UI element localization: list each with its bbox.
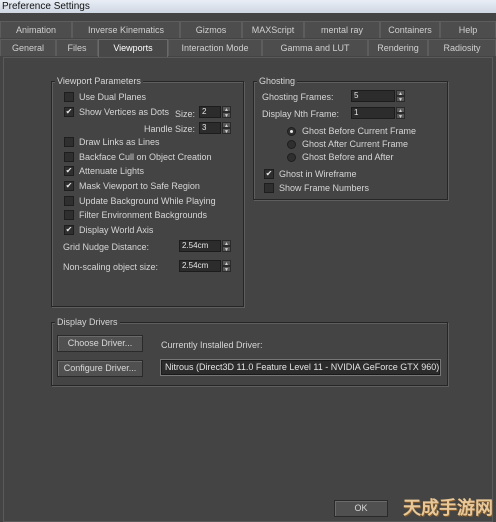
tab-rendering[interactable]: Rendering bbox=[368, 39, 428, 56]
show-frame-numbers-checkbox[interactable] bbox=[264, 183, 274, 193]
ghosting-frames-spinner[interactable]: 5 ▲ ▼ bbox=[351, 90, 405, 103]
watermark-logo: 天成手游网 bbox=[403, 498, 493, 518]
grid-nudge-spinner[interactable]: 2.54cm ▲ ▼ bbox=[179, 240, 231, 253]
option-row[interactable]: ✔ Attenuate Lights bbox=[64, 166, 144, 176]
backface-cull-checkbox[interactable] bbox=[64, 152, 74, 162]
option-row[interactable]: Update Background While Playing bbox=[64, 196, 216, 206]
tab-viewports[interactable]: Viewports bbox=[98, 39, 168, 58]
size-field[interactable]: 2 bbox=[199, 106, 221, 118]
handle-size-spinner[interactable]: 3 ▲ ▼ bbox=[199, 122, 231, 135]
tab-gamma-and-lut[interactable]: Gamma and LUT bbox=[262, 39, 368, 56]
show-vertices-checkbox[interactable]: ✔ bbox=[64, 107, 74, 117]
tab-radiosity[interactable]: Radiosity bbox=[428, 39, 496, 56]
tab-row-bottom: General Files Viewports Interaction Mode… bbox=[0, 39, 496, 58]
display-nth-frame-field[interactable]: 1 bbox=[351, 107, 395, 119]
ghost-after-row[interactable]: Ghost After Current Frame bbox=[287, 139, 408, 149]
tab-help[interactable]: Help bbox=[440, 21, 496, 38]
ghost-before-radio[interactable] bbox=[287, 126, 296, 136]
update-background-label: Update Background While Playing bbox=[79, 196, 216, 206]
non-scaling-spinner[interactable]: 2.54cm ▲ ▼ bbox=[179, 260, 231, 273]
ghost-before-after-row[interactable]: Ghost Before and After bbox=[287, 152, 394, 162]
viewport-parameters-title: Viewport Parameters bbox=[55, 76, 143, 86]
ghost-in-wireframe-label: Ghost in Wireframe bbox=[279, 169, 357, 179]
backface-cull-label: Backface Cull on Object Creation bbox=[79, 152, 212, 162]
ghosting-frames-field[interactable]: 5 bbox=[351, 90, 395, 102]
tab-animation[interactable]: Animation bbox=[0, 21, 72, 38]
tab-maxscript[interactable]: MAXScript bbox=[242, 21, 304, 38]
use-dual-planes-label: Use Dual Planes bbox=[79, 92, 147, 102]
size-spinner[interactable]: 2 ▲ ▼ bbox=[199, 106, 231, 119]
ghost-before-after-label: Ghost Before and After bbox=[302, 152, 394, 162]
configure-driver-button[interactable]: Configure Driver... bbox=[57, 360, 143, 377]
spinner-down-icon[interactable]: ▼ bbox=[222, 112, 231, 119]
display-drivers-group: Display Drivers Choose Driver... Configu… bbox=[51, 317, 448, 386]
non-scaling-field[interactable]: 2.54cm bbox=[179, 260, 221, 272]
tab-inverse-kinematics[interactable]: Inverse Kinematics bbox=[72, 21, 180, 38]
tab-containers[interactable]: Containers bbox=[380, 21, 440, 38]
attenuate-lights-label: Attenuate Lights bbox=[79, 166, 145, 176]
handle-size-label: Handle Size: bbox=[144, 124, 196, 134]
option-row[interactable]: ✔ Mask Viewport to Safe Region bbox=[64, 181, 200, 191]
ok-button[interactable]: OK bbox=[334, 500, 388, 517]
option-row[interactable]: Filter Environment Backgrounds bbox=[64, 210, 207, 220]
draw-links-label: Draw Links as Lines bbox=[79, 137, 160, 147]
ghost-after-label: Ghost After Current Frame bbox=[302, 139, 409, 149]
display-nth-frame-label: Display Nth Frame: bbox=[262, 109, 340, 119]
attenuate-lights-checkbox[interactable]: ✔ bbox=[64, 166, 74, 176]
draw-links-checkbox[interactable] bbox=[64, 137, 74, 147]
ghost-after-radio[interactable] bbox=[287, 139, 296, 149]
installed-driver-label: Currently Installed Driver: bbox=[161, 340, 263, 350]
installed-driver-field: Nitrous (Direct3D 11.0 Feature Level 11 … bbox=[161, 360, 440, 375]
grid-nudge-label: Grid Nudge Distance: bbox=[63, 242, 150, 252]
spinner-down-icon[interactable]: ▼ bbox=[396, 113, 405, 120]
non-scaling-label: Non-scaling object size: bbox=[63, 262, 159, 272]
tab-interaction-mode[interactable]: Interaction Mode bbox=[168, 39, 262, 56]
grid-nudge-field[interactable]: 2.54cm bbox=[179, 240, 221, 252]
show-frame-numbers-label: Show Frame Numbers bbox=[279, 183, 370, 193]
ghost-in-wireframe-checkbox[interactable]: ✔ bbox=[264, 169, 274, 179]
use-dual-planes-row[interactable]: Use Dual Planes bbox=[64, 92, 146, 102]
use-dual-planes-checkbox[interactable] bbox=[64, 92, 74, 102]
display-nth-frame-spinner[interactable]: 1 ▲ ▼ bbox=[351, 107, 405, 120]
window-title: Preference Settings bbox=[0, 0, 496, 13]
spinner-down-icon[interactable]: ▼ bbox=[222, 128, 231, 135]
choose-driver-button[interactable]: Choose Driver... bbox=[57, 335, 143, 352]
mask-viewport-checkbox[interactable]: ✔ bbox=[64, 181, 74, 191]
filter-environment-label: Filter Environment Backgrounds bbox=[79, 210, 208, 220]
ghost-in-wireframe-row[interactable]: ✔ Ghost in Wireframe bbox=[264, 169, 357, 179]
tab-files[interactable]: Files bbox=[56, 39, 98, 56]
tab-mental-ray[interactable]: mental ray bbox=[304, 21, 380, 38]
ghosting-frames-label: Ghosting Frames: bbox=[262, 92, 334, 102]
show-vertices-row[interactable]: ✔ Show Vertices as Dots bbox=[64, 107, 169, 117]
spinner-down-icon[interactable]: ▼ bbox=[222, 246, 231, 253]
ghosting-title: Ghosting bbox=[257, 76, 298, 86]
show-vertices-label: Show Vertices as Dots bbox=[79, 107, 170, 117]
viewport-parameters-group: Viewport Parameters Use Dual Planes ✔ Sh… bbox=[51, 76, 244, 307]
tab-general[interactable]: General bbox=[0, 39, 56, 56]
display-drivers-title: Display Drivers bbox=[55, 317, 120, 327]
option-row[interactable]: ✔ Display World Axis bbox=[64, 225, 153, 235]
spinner-down-icon[interactable]: ▼ bbox=[396, 96, 405, 103]
update-background-checkbox[interactable] bbox=[64, 196, 74, 206]
handle-size-field[interactable]: 3 bbox=[199, 122, 221, 134]
mask-viewport-label: Mask Viewport to Safe Region bbox=[79, 181, 200, 191]
display-world-axis-label: Display World Axis bbox=[79, 225, 154, 235]
filter-environment-checkbox[interactable] bbox=[64, 210, 74, 220]
ghost-before-row[interactable]: Ghost Before Current Frame bbox=[287, 126, 416, 136]
ghost-before-after-radio[interactable] bbox=[287, 152, 296, 162]
spinner-down-icon[interactable]: ▼ bbox=[222, 266, 231, 273]
show-frame-numbers-row[interactable]: Show Frame Numbers bbox=[264, 183, 369, 193]
tab-gizmos[interactable]: Gizmos bbox=[180, 21, 242, 38]
option-row[interactable]: Draw Links as Lines bbox=[64, 137, 160, 147]
display-world-axis-checkbox[interactable]: ✔ bbox=[64, 225, 74, 235]
ghosting-group: Ghosting Ghosting Frames: 5 ▲ ▼ Display N… bbox=[253, 76, 448, 200]
tab-row-top: Animation Inverse Kinematics Gizmos MAXS… bbox=[0, 21, 496, 39]
size-label: Size: bbox=[175, 109, 196, 119]
ghost-before-label: Ghost Before Current Frame bbox=[302, 126, 417, 136]
option-row[interactable]: Backface Cull on Object Creation bbox=[64, 152, 212, 162]
